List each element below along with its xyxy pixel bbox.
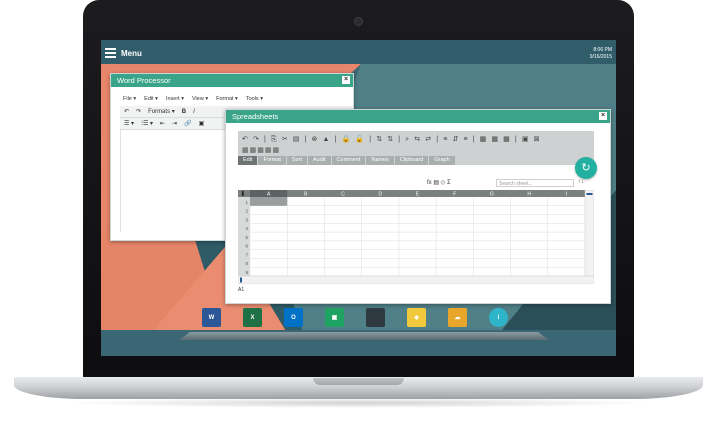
clock: 8:06 PM 9/16/2015 [590, 47, 612, 61]
toolbar-icons-row-2[interactable]: ▦▦▦▦▦ [242, 146, 280, 154]
undo-icon[interactable]: ↶ [124, 108, 129, 115]
menu-file[interactable]: File ▾ [123, 96, 136, 106]
cell-reference: A1 [238, 287, 245, 293]
word-processor-menubar: File ▾ Edit ▾ Insert ▾ View ▾ Format ▾ T… [111, 87, 353, 106]
menu-edit[interactable]: Edit ▾ [144, 96, 158, 106]
column-header-C: C [341, 192, 345, 198]
menu-tools[interactable]: Tools ▾ [246, 96, 263, 106]
indent-icon[interactable]: ⇥ [172, 120, 177, 127]
excel-app-icon[interactable]: X [243, 308, 262, 327]
selected-cell-a1 [250, 197, 288, 206]
column-header-D: D [378, 192, 382, 198]
tab-graph[interactable]: Graph [429, 156, 456, 165]
h-scroll-thumb [240, 277, 242, 283]
info-app-icon[interactable]: i [489, 308, 508, 327]
bullet-list-icon[interactable]: ☰ ▾ [124, 120, 134, 127]
image-icon[interactable]: ▣ [199, 120, 205, 127]
laptop-shadow [60, 398, 657, 408]
numbered-list-icon[interactable]: ⁝☰ ▾ [141, 120, 153, 127]
image-viewer-app-icon[interactable]: ▣ [325, 308, 344, 327]
column-header-H: H [527, 192, 531, 198]
word-processor-title: Word Processor [117, 76, 171, 85]
sort-arrows-icon[interactable]: ↑↓ [578, 179, 584, 185]
corner-icon: ⬇ [240, 190, 246, 198]
column-header-I: I [566, 192, 567, 198]
tab-names[interactable]: Names [366, 156, 395, 165]
webcam [354, 17, 363, 26]
bold-button[interactable]: B [182, 109, 186, 115]
spreadsheets-titlebar[interactable]: Spreadsheets × [226, 110, 610, 123]
tab-edit[interactable]: Edit [238, 156, 259, 165]
scroll-thumb [586, 193, 593, 195]
laptop-opening-notch [313, 378, 404, 385]
italic-button[interactable]: I [193, 109, 195, 115]
column-header-G: G [490, 192, 494, 198]
horizontal-scrollbar [238, 275, 594, 284]
menu-button[interactable]: Menu [105, 46, 142, 60]
toolbar-icons-row[interactable]: ↶ ↷ | ⎘ ✂ ▤ | ⊗ ▲ | 🔒 🔓 | ⇅ ⇅ | ⌕ ⇆ ⇄ | … [242, 135, 541, 144]
redo-icon[interactable]: ↷ [136, 108, 141, 115]
word-processor-close-button[interactable]: × [342, 76, 350, 84]
menu-view[interactable]: View ▾ [192, 96, 208, 106]
row-header-bar [238, 197, 250, 276]
screen: Menu 8:06 PM 9/16/2015 Word Processor × … [101, 40, 616, 356]
formula-icons[interactable]: fx ▤ ◇ Σ [427, 179, 451, 186]
dock-shelf [179, 332, 549, 340]
outlook-app-icon[interactable]: O [284, 308, 303, 327]
tab-audit[interactable]: Audit [308, 156, 332, 165]
tab-format[interactable]: Format [258, 156, 287, 165]
vertical-scrollbar [584, 190, 594, 277]
tab-sort[interactable]: Sort [286, 156, 308, 165]
search-sheet-input[interactable]: Search sheet... [496, 179, 574, 187]
spreadsheets-ribbon-tabs: Edit Format Sort Audit Comment Names Cli… [238, 156, 456, 165]
cloud-drive-app-icon[interactable]: ☁ [448, 308, 467, 327]
clock-time: 8:06 PM [593, 47, 612, 53]
outdent-icon[interactable]: ⇤ [160, 120, 165, 127]
spreadsheets-toolbar: ↶ ↷ | ⎘ ✂ ▤ | ⊗ ▲ | 🔒 🔓 | ⇅ ⇅ | ⌕ ⇆ ⇄ | … [238, 131, 594, 165]
spreadsheets-title: Spreadsheets [232, 112, 279, 121]
link-icon[interactable]: 🔗 [184, 120, 191, 127]
maps-app-icon[interactable]: ◆ [407, 308, 426, 327]
spreadsheets-window[interactable]: Spreadsheets × ↶ ↷ | ⎘ ✂ ▤ | ⊗ ▲ | 🔒 🔓 |… [225, 109, 611, 304]
taskbar: Menu 8:06 PM 9/16/2015 [101, 40, 616, 64]
terminal-app-icon[interactable] [366, 308, 385, 327]
tab-clipboard[interactable]: Clipboard [394, 156, 430, 165]
spreadsheets-close-button[interactable]: × [599, 112, 607, 120]
column-header-F: F [453, 192, 456, 198]
refresh-icon[interactable]: ↻ [575, 157, 597, 179]
grid-background [238, 190, 594, 284]
word-app-icon[interactable]: W [202, 308, 221, 327]
tab-comment[interactable]: Comment [331, 156, 367, 165]
column-header-bar [238, 190, 585, 197]
clock-date: 9/16/2015 [589, 54, 612, 60]
hamburger-icon [105, 48, 116, 58]
formats-dropdown[interactable]: Formats ▾ [148, 108, 175, 115]
word-processor-titlebar[interactable]: Word Processor × [111, 74, 353, 87]
menu-insert[interactable]: Insert ▾ [166, 96, 184, 106]
menu-label: Menu [121, 48, 142, 58]
spreadsheet-grid[interactable]: ⬇ A B C D E F G H I 1 2 3 4 5 6 7 8 9 [238, 190, 594, 284]
menu-format[interactable]: Format ▾ [216, 96, 238, 106]
formula-bar: fx ▤ ◇ Σ Search sheet... ↑↓ [238, 179, 594, 188]
grid-canvas[interactable]: ⬇ A B C D E F G H I123456789 [238, 190, 594, 284]
